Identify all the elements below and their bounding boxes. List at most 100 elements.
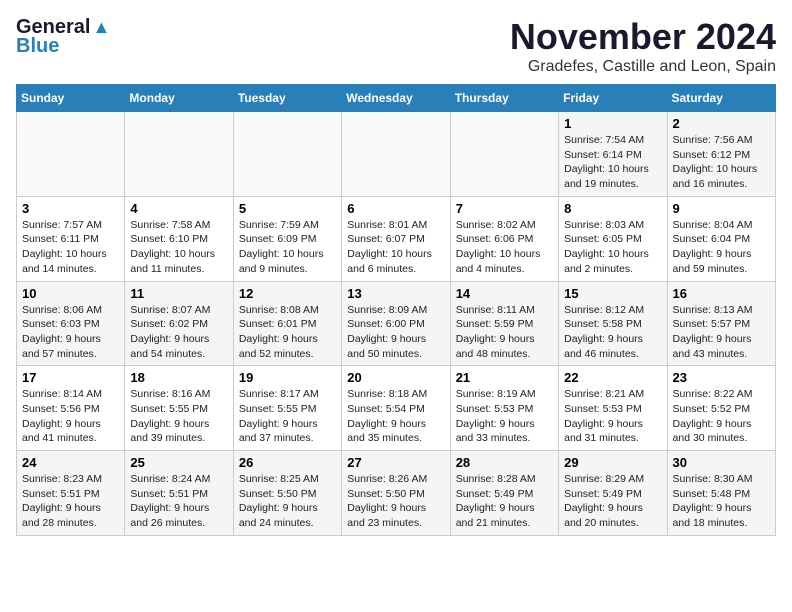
calendar-cell: 28 Sunrise: 8:28 AM Sunset: 5:49 PM Dayli… bbox=[450, 451, 558, 536]
day-info: Sunrise: 8:24 AM Sunset: 5:51 PM Dayligh… bbox=[130, 472, 227, 531]
logo-bird-icon: ▲ bbox=[92, 17, 110, 38]
calendar-cell: 20 Sunrise: 8:18 AM Sunset: 5:54 PM Dayli… bbox=[342, 366, 450, 451]
day-number: 26 bbox=[239, 455, 336, 470]
day-info: Sunrise: 8:08 AM Sunset: 6:01 PM Dayligh… bbox=[239, 303, 336, 362]
calendar-week-5: 24 Sunrise: 8:23 AM Sunset: 5:51 PM Dayli… bbox=[17, 451, 776, 536]
day-info: Sunrise: 8:25 AM Sunset: 5:50 PM Dayligh… bbox=[239, 472, 336, 531]
day-number: 10 bbox=[22, 286, 119, 301]
calendar-cell: 12 Sunrise: 8:08 AM Sunset: 6:01 PM Dayli… bbox=[233, 281, 341, 366]
day-number: 30 bbox=[673, 455, 770, 470]
day-info: Sunrise: 8:03 AM Sunset: 6:05 PM Dayligh… bbox=[564, 218, 661, 277]
calendar-week-3: 10 Sunrise: 8:06 AM Sunset: 6:03 PM Dayli… bbox=[17, 281, 776, 366]
day-number: 8 bbox=[564, 201, 661, 216]
day-number: 13 bbox=[347, 286, 444, 301]
day-info: Sunrise: 8:29 AM Sunset: 5:49 PM Dayligh… bbox=[564, 472, 661, 531]
calendar-cell bbox=[233, 112, 341, 197]
calendar-cell: 1 Sunrise: 7:54 AM Sunset: 6:14 PM Daylig… bbox=[559, 112, 667, 197]
day-info: Sunrise: 7:59 AM Sunset: 6:09 PM Dayligh… bbox=[239, 218, 336, 277]
calendar-cell: 25 Sunrise: 8:24 AM Sunset: 5:51 PM Dayli… bbox=[125, 451, 233, 536]
calendar-cell: 23 Sunrise: 8:22 AM Sunset: 5:52 PM Dayli… bbox=[667, 366, 775, 451]
day-info: Sunrise: 8:01 AM Sunset: 6:07 PM Dayligh… bbox=[347, 218, 444, 277]
header-friday: Friday bbox=[559, 85, 667, 112]
day-info: Sunrise: 8:28 AM Sunset: 5:49 PM Dayligh… bbox=[456, 472, 553, 531]
day-info: Sunrise: 7:54 AM Sunset: 6:14 PM Dayligh… bbox=[564, 133, 661, 192]
calendar-cell: 8 Sunrise: 8:03 AM Sunset: 6:05 PM Daylig… bbox=[559, 196, 667, 281]
day-info: Sunrise: 8:09 AM Sunset: 6:00 PM Dayligh… bbox=[347, 303, 444, 362]
day-info: Sunrise: 8:06 AM Sunset: 6:03 PM Dayligh… bbox=[22, 303, 119, 362]
day-number: 15 bbox=[564, 286, 661, 301]
day-info: Sunrise: 8:18 AM Sunset: 5:54 PM Dayligh… bbox=[347, 387, 444, 446]
day-info: Sunrise: 8:19 AM Sunset: 5:53 PM Dayligh… bbox=[456, 387, 553, 446]
calendar-cell bbox=[342, 112, 450, 197]
calendar-week-2: 3 Sunrise: 7:57 AM Sunset: 6:11 PM Daylig… bbox=[17, 196, 776, 281]
calendar-cell: 6 Sunrise: 8:01 AM Sunset: 6:07 PM Daylig… bbox=[342, 196, 450, 281]
day-number: 16 bbox=[673, 286, 770, 301]
day-number: 22 bbox=[564, 370, 661, 385]
calendar-cell: 24 Sunrise: 8:23 AM Sunset: 5:51 PM Dayli… bbox=[17, 451, 125, 536]
day-number: 20 bbox=[347, 370, 444, 385]
calendar-cell: 29 Sunrise: 8:29 AM Sunset: 5:49 PM Dayli… bbox=[559, 451, 667, 536]
day-number: 21 bbox=[456, 370, 553, 385]
page-subtitle: Gradefes, Castille and Leon, Spain bbox=[510, 58, 776, 76]
day-number: 27 bbox=[347, 455, 444, 470]
calendar-cell: 3 Sunrise: 7:57 AM Sunset: 6:11 PM Daylig… bbox=[17, 196, 125, 281]
day-number: 29 bbox=[564, 455, 661, 470]
calendar-cell: 30 Sunrise: 8:30 AM Sunset: 5:48 PM Dayli… bbox=[667, 451, 775, 536]
day-info: Sunrise: 8:02 AM Sunset: 6:06 PM Dayligh… bbox=[456, 218, 553, 277]
day-info: Sunrise: 8:07 AM Sunset: 6:02 PM Dayligh… bbox=[130, 303, 227, 362]
day-info: Sunrise: 8:04 AM Sunset: 6:04 PM Dayligh… bbox=[673, 218, 770, 277]
header-wednesday: Wednesday bbox=[342, 85, 450, 112]
day-number: 14 bbox=[456, 286, 553, 301]
day-info: Sunrise: 8:17 AM Sunset: 5:55 PM Dayligh… bbox=[239, 387, 336, 446]
calendar-table: SundayMondayTuesdayWednesdayThursdayFrid… bbox=[16, 84, 776, 536]
day-number: 18 bbox=[130, 370, 227, 385]
calendar-cell bbox=[125, 112, 233, 197]
day-number: 5 bbox=[239, 201, 336, 216]
page-header: General ▲ Blue November 2024 Gradefes, C… bbox=[16, 16, 776, 76]
day-number: 12 bbox=[239, 286, 336, 301]
day-number: 3 bbox=[22, 201, 119, 216]
day-number: 19 bbox=[239, 370, 336, 385]
calendar-cell: 18 Sunrise: 8:16 AM Sunset: 5:55 PM Dayli… bbox=[125, 366, 233, 451]
header-tuesday: Tuesday bbox=[233, 85, 341, 112]
logo: General ▲ Blue bbox=[16, 16, 110, 58]
header-saturday: Saturday bbox=[667, 85, 775, 112]
calendar-cell: 2Sunrise: 7:56 AM Sunset: 6:12 PM Daylig… bbox=[667, 112, 775, 197]
page-title: November 2024 bbox=[510, 16, 776, 58]
day-info: Sunrise: 7:57 AM Sunset: 6:11 PM Dayligh… bbox=[22, 218, 119, 277]
day-info: Sunrise: 8:16 AM Sunset: 5:55 PM Dayligh… bbox=[130, 387, 227, 446]
day-number: 24 bbox=[22, 455, 119, 470]
calendar-cell: 22Sunrise: 8:21 AM Sunset: 5:53 PM Dayli… bbox=[559, 366, 667, 451]
day-number: 28 bbox=[456, 455, 553, 470]
calendar-cell: 5 Sunrise: 7:59 AM Sunset: 6:09 PM Daylig… bbox=[233, 196, 341, 281]
header-sunday: Sunday bbox=[17, 85, 125, 112]
calendar-cell bbox=[17, 112, 125, 197]
day-info: Sunrise: 8:23 AM Sunset: 5:51 PM Dayligh… bbox=[22, 472, 119, 531]
day-info: Sunrise: 8:26 AM Sunset: 5:50 PM Dayligh… bbox=[347, 472, 444, 531]
calendar-week-1: 1 Sunrise: 7:54 AM Sunset: 6:14 PM Daylig… bbox=[17, 112, 776, 197]
calendar-cell: 13 Sunrise: 8:09 AM Sunset: 6:00 PM Dayli… bbox=[342, 281, 450, 366]
title-block: November 2024 Gradefes, Castille and Leo… bbox=[510, 16, 776, 76]
calendar-week-4: 17Sunrise: 8:14 AM Sunset: 5:56 PM Dayli… bbox=[17, 366, 776, 451]
day-info: Sunrise: 8:11 AM Sunset: 5:59 PM Dayligh… bbox=[456, 303, 553, 362]
day-number: 4 bbox=[130, 201, 227, 216]
day-number: 6 bbox=[347, 201, 444, 216]
day-info: Sunrise: 8:30 AM Sunset: 5:48 PM Dayligh… bbox=[673, 472, 770, 531]
calendar-cell bbox=[450, 112, 558, 197]
calendar-cell: 17Sunrise: 8:14 AM Sunset: 5:56 PM Dayli… bbox=[17, 366, 125, 451]
calendar-cell: 11 Sunrise: 8:07 AM Sunset: 6:02 PM Dayli… bbox=[125, 281, 233, 366]
calendar-cell: 9 Sunrise: 8:04 AM Sunset: 6:04 PM Daylig… bbox=[667, 196, 775, 281]
day-info: Sunrise: 8:22 AM Sunset: 5:52 PM Dayligh… bbox=[673, 387, 770, 446]
day-info: Sunrise: 8:12 AM Sunset: 5:58 PM Dayligh… bbox=[564, 303, 661, 362]
day-number: 25 bbox=[130, 455, 227, 470]
day-number: 9 bbox=[673, 201, 770, 216]
day-number: 17 bbox=[22, 370, 119, 385]
day-number: 11 bbox=[130, 286, 227, 301]
day-number: 23 bbox=[673, 370, 770, 385]
logo-blue: Blue bbox=[16, 35, 59, 58]
day-number: 7 bbox=[456, 201, 553, 216]
day-number: 1 bbox=[564, 116, 661, 131]
calendar-header-row: SundayMondayTuesdayWednesdayThursdayFrid… bbox=[17, 85, 776, 112]
calendar-cell: 10 Sunrise: 8:06 AM Sunset: 6:03 PM Dayli… bbox=[17, 281, 125, 366]
calendar-cell: 4Sunrise: 7:58 AM Sunset: 6:10 PM Daylig… bbox=[125, 196, 233, 281]
